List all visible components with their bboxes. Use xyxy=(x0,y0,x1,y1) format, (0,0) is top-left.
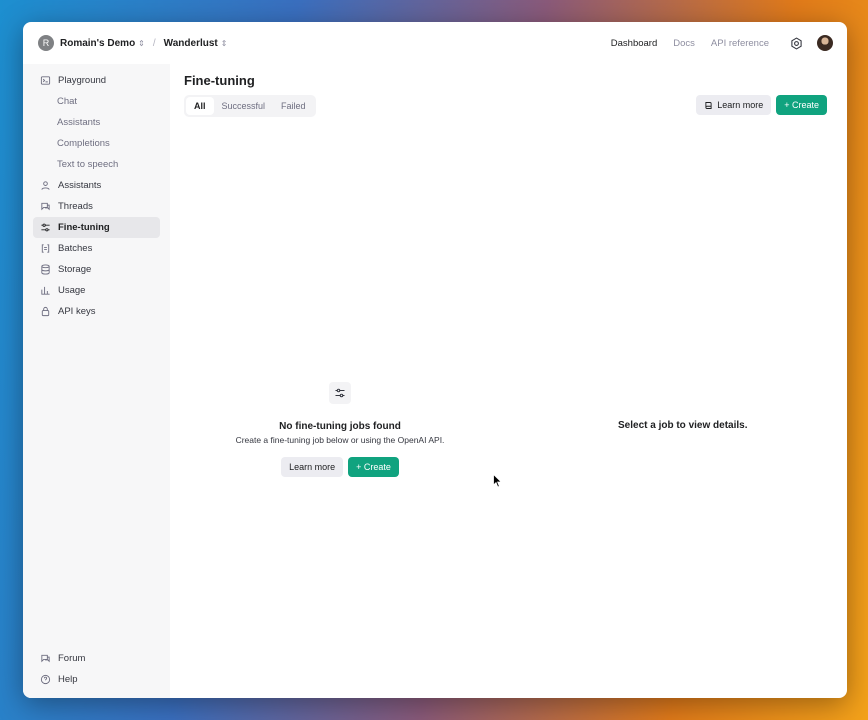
user-avatar[interactable] xyxy=(817,35,833,51)
sliders-icon xyxy=(329,382,351,404)
create-button[interactable]: + Create xyxy=(776,95,827,115)
sidebar-item-storage[interactable]: Storage xyxy=(33,259,160,280)
sidebar-item-chat[interactable]: Chat xyxy=(33,91,160,112)
sidebar-item-label: Storage xyxy=(58,264,92,275)
main-content: Fine-tuning All Successful Failed Learn … xyxy=(170,64,847,698)
filter-all[interactable]: All xyxy=(186,97,214,115)
app-window: R Romain's Demo ⇕ / Wanderlust ⇕ Dashboa… xyxy=(23,22,847,698)
org-chevron-updown-icon[interactable]: ⇕ xyxy=(138,39,145,48)
sidebar-item-fine-tuning[interactable]: Fine-tuning xyxy=(33,217,160,238)
gear-icon[interactable] xyxy=(789,36,803,50)
learn-more-button[interactable]: Learn more xyxy=(696,95,772,115)
filter-successful[interactable]: Successful xyxy=(214,97,274,115)
sliders-icon xyxy=(40,222,51,233)
sidebar-item-usage[interactable]: Usage xyxy=(33,280,160,301)
sidebar-item-threads[interactable]: Threads xyxy=(33,196,160,217)
sidebar-item-label: Help xyxy=(58,674,78,685)
sidebar-bottom: Forum Help xyxy=(33,648,160,690)
status-filter-tabs: All Successful Failed xyxy=(184,95,316,117)
header-actions: Learn more + Create xyxy=(696,95,827,115)
forum-icon xyxy=(40,653,51,664)
learn-more-label: Learn more xyxy=(717,100,764,110)
sidebar-item-completions[interactable]: Completions xyxy=(33,133,160,154)
sidebar-item-label: Fine-tuning xyxy=(58,222,110,233)
nav-api-reference[interactable]: API reference xyxy=(711,38,769,49)
empty-state-actions: Learn more + Create xyxy=(210,457,470,477)
sidebar-item-label: Usage xyxy=(58,285,86,296)
book-icon xyxy=(704,101,713,110)
empty-state-title: No fine-tuning jobs found xyxy=(279,421,401,432)
project-chevron-updown-icon[interactable]: ⇕ xyxy=(221,39,228,48)
top-nav: Dashboard Docs API reference xyxy=(595,35,833,51)
sidebar-item-api-keys[interactable]: API keys xyxy=(33,301,160,322)
sidebar-item-forum[interactable]: Forum xyxy=(33,648,160,669)
top-bar: R Romain's Demo ⇕ / Wanderlust ⇕ Dashboa… xyxy=(23,22,847,64)
sidebar-item-label: API keys xyxy=(58,306,96,317)
database-icon xyxy=(40,264,51,275)
filter-failed[interactable]: Failed xyxy=(273,97,314,115)
empty-learn-more-button[interactable]: Learn more xyxy=(281,457,344,477)
page-title: Fine-tuning xyxy=(184,73,255,88)
lock-icon xyxy=(40,306,51,317)
sidebar-item-label: Forum xyxy=(58,653,86,664)
chart-icon xyxy=(40,285,51,296)
sidebar-nav: Playground Chat Assistants Completions T… xyxy=(33,64,160,322)
terminal-icon xyxy=(40,75,51,86)
sidebar-item-label: Threads xyxy=(58,201,93,212)
sidebar-item-text-to-speech[interactable]: Text to speech xyxy=(33,154,160,175)
project-switcher[interactable]: Wanderlust xyxy=(164,38,218,49)
sidebar-item-label: Assistants xyxy=(57,117,101,128)
sidebar-item-help[interactable]: Help xyxy=(33,669,160,690)
nav-dashboard[interactable]: Dashboard xyxy=(611,38,657,49)
org-switcher[interactable]: Romain's Demo xyxy=(60,38,135,49)
sidebar-item-label: Batches xyxy=(58,243,93,254)
sidebar-item-label: Chat xyxy=(57,96,78,107)
empty-state-subtitle: Create a fine-tuning job below or using … xyxy=(235,435,445,445)
breadcrumb-separator: / xyxy=(152,37,156,49)
help-icon xyxy=(40,674,51,685)
sidebar-item-label: Completions xyxy=(57,138,110,149)
sidebar-item-batches[interactable]: Batches xyxy=(33,238,160,259)
empty-create-button[interactable]: + Create xyxy=(348,457,399,477)
sidebar-item-label: Playground xyxy=(58,75,107,86)
sidebar-item-label: Text to speech xyxy=(57,159,119,170)
nav-docs[interactable]: Docs xyxy=(673,38,695,49)
mouse-cursor-icon xyxy=(493,474,503,488)
threads-icon xyxy=(40,201,51,212)
sidebar-item-playground[interactable]: Playground xyxy=(33,70,160,91)
robot-icon xyxy=(40,180,51,191)
sidebar-item-assistants[interactable]: Assistants xyxy=(33,175,160,196)
sidebar: Playground Chat Assistants Completions T… xyxy=(23,64,170,698)
empty-state: No fine-tuning jobs found Create a fine-… xyxy=(210,382,470,477)
sidebar-item-playground-assistants[interactable]: Assistants xyxy=(33,112,160,133)
org-avatar[interactable]: R xyxy=(38,35,54,51)
job-detail-placeholder: Select a job to view details. xyxy=(618,420,748,431)
sidebar-item-label: Assistants xyxy=(58,180,102,191)
batches-icon xyxy=(40,243,51,254)
